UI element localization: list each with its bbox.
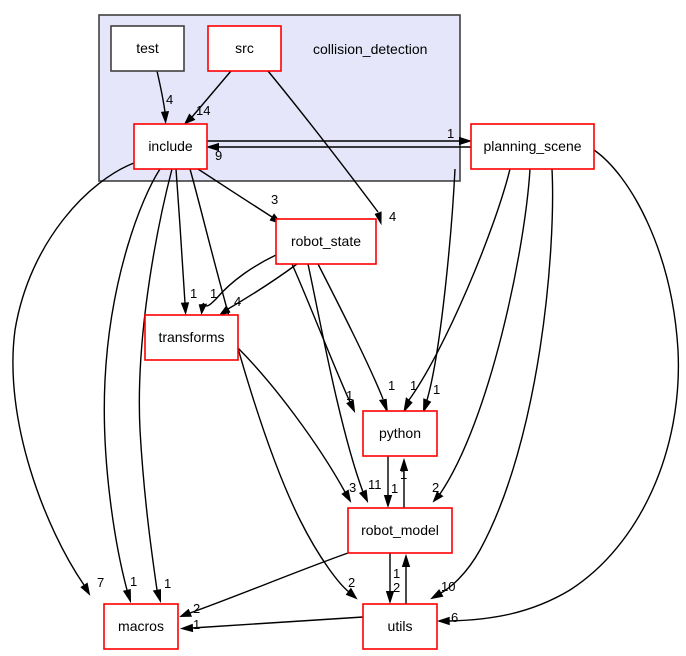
- edge-label: 9: [215, 148, 222, 163]
- edge-label: 1: [130, 574, 137, 589]
- edge-label: 11: [368, 477, 382, 492]
- edge-include-macros: 7: [12, 162, 135, 596]
- edge-label: 7: [97, 575, 104, 590]
- node-label-robot-state: robot_state: [291, 233, 361, 249]
- node-label-test: test: [136, 40, 159, 56]
- edge-python-robot_model: 1: [383, 456, 398, 509]
- edge-label: 6: [451, 610, 458, 625]
- node-macros[interactable]: macros: [103, 603, 179, 650]
- node-label-transforms: transforms: [158, 329, 224, 345]
- edge-label: 3: [271, 192, 278, 207]
- node-label-robot-model: robot_model: [361, 522, 439, 538]
- node-robot-model[interactable]: robot_model: [347, 507, 453, 554]
- node-python[interactable]: python: [362, 410, 438, 457]
- edge-label: 1: [447, 126, 454, 141]
- edge-label: 1: [193, 617, 200, 632]
- node-include[interactable]: include: [133, 123, 208, 170]
- edge-label: 1: [410, 378, 417, 393]
- edge-label: 4: [389, 209, 396, 224]
- edge-label: 1: [190, 286, 197, 301]
- edge-label: 1: [346, 388, 353, 403]
- cluster-label: collision_detection: [313, 41, 427, 57]
- edge-label: 1: [400, 467, 407, 482]
- edge-robot_state-python: 1: [317, 263, 395, 412]
- node-transforms[interactable]: transforms: [144, 314, 239, 361]
- edge-label: 1: [393, 566, 400, 581]
- edge-utils-robot_model: 1: [393, 553, 411, 604]
- graph-svg: collision_detection 4 14 9 1 3 4 1 1 4 1…: [12, 14, 680, 650]
- edge-robot_model-python: 1: [399, 457, 409, 508]
- dependency-graph-canvas: collision_detection 4 14 9 1 3 4 1 1 4 1…: [0, 0, 686, 656]
- edge-label: 2: [393, 580, 400, 595]
- edge-label: 3: [349, 480, 356, 495]
- edge-label: 2: [193, 601, 200, 616]
- node-label-utils: utils: [388, 618, 413, 634]
- edge-label: 1: [388, 378, 395, 393]
- edge-label: 2: [432, 480, 439, 495]
- node-label-python: python: [379, 425, 421, 441]
- node-robot-state[interactable]: robot_state: [275, 218, 377, 265]
- node-test[interactable]: test: [110, 25, 185, 72]
- edge-label: 1: [210, 286, 217, 301]
- edge-label: 1: [164, 576, 171, 591]
- node-utils[interactable]: utils: [362, 603, 438, 650]
- edge-utils-macros: 1: [179, 616, 364, 633]
- edge-robot_state-macros: 1: [138, 168, 173, 604]
- edge-planning_scene-transforms: 4: [218, 263, 298, 317]
- edge-src-python: 1: [422, 168, 456, 414]
- node-planning-scene[interactable]: planning_scene: [470, 123, 595, 170]
- edge-planning_scene-python: 1: [403, 168, 511, 414]
- edge-label: 1: [433, 382, 440, 397]
- node-label-src: src: [235, 40, 254, 56]
- edge-label: 2: [348, 575, 355, 590]
- edge-label: 4: [166, 92, 173, 107]
- edge-label: 1: [391, 481, 398, 496]
- node-label-include: include: [148, 138, 193, 154]
- node-label-macros: macros: [118, 618, 164, 634]
- edge-src-utils: 6: [436, 149, 680, 626]
- node-src[interactable]: src: [207, 25, 282, 72]
- edge-robot_state-robot_model: 11: [307, 263, 382, 503]
- edge-transforms-robot_model: 3: [237, 347, 356, 503]
- node-label-planning-scene: planning_scene: [483, 138, 581, 154]
- edge-include-transforms: 1: [175, 168, 197, 316]
- edge-transforms-macros: 1: [103, 168, 161, 604]
- edge-label: 14: [196, 103, 210, 118]
- edge-label: 4: [234, 294, 241, 309]
- edge-label: 10: [441, 579, 455, 594]
- edge-robot_model-macros: 2: [179, 552, 349, 618]
